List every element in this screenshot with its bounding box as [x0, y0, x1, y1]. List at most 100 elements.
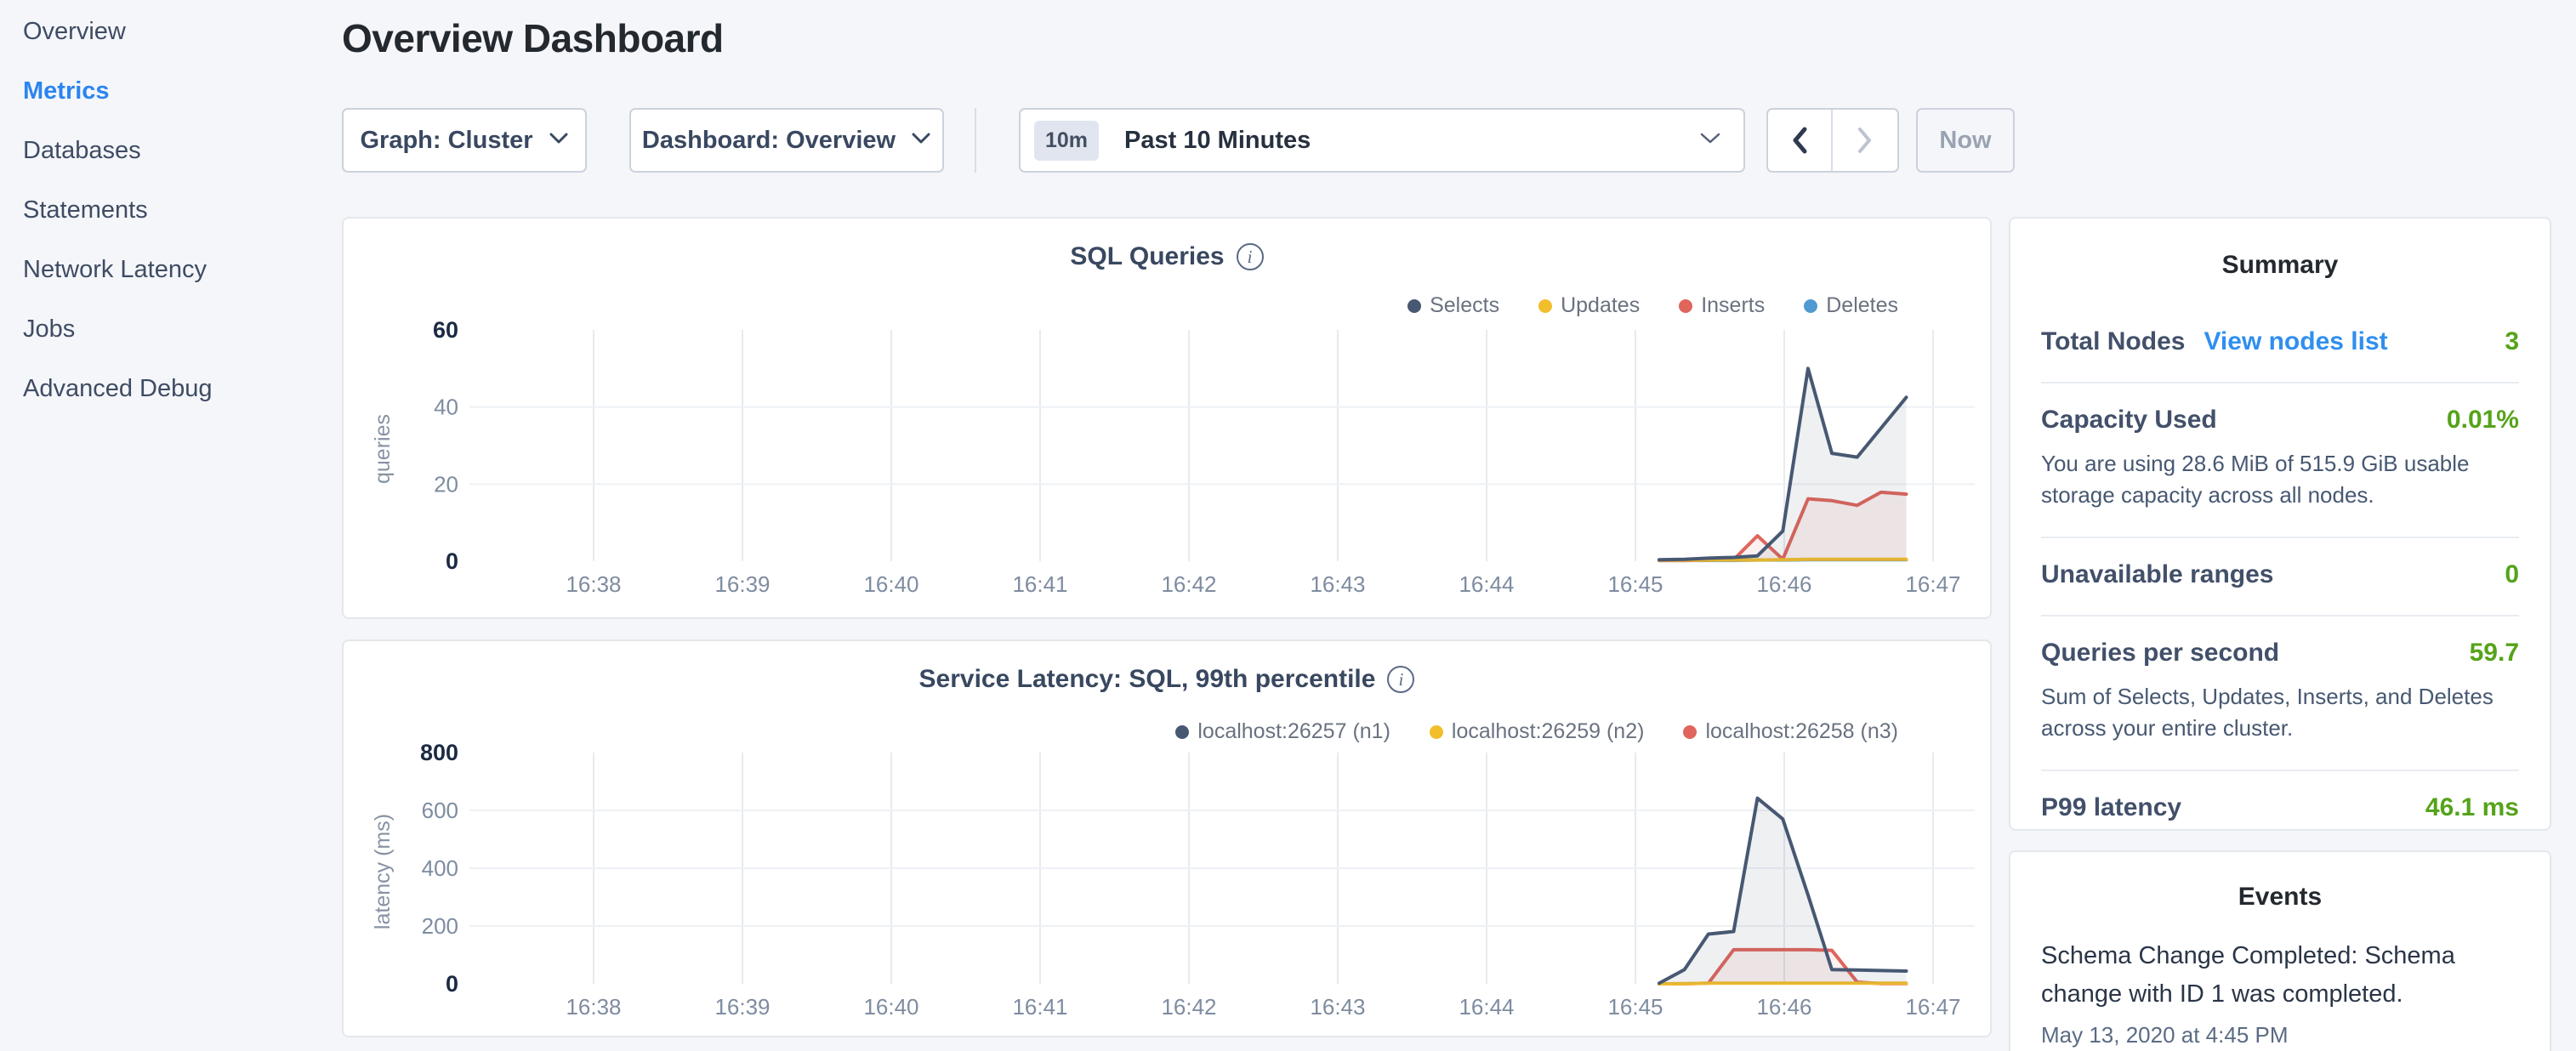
legend-label: Deletes [1826, 293, 1898, 318]
svg-text:20: 20 [434, 471, 458, 497]
time-range-label: Past 10 Minutes [1124, 127, 1699, 155]
svg-text:400: 400 [422, 855, 458, 881]
svg-text:16:44: 16:44 [1459, 571, 1514, 597]
legend-item: localhost:26258 (n3) [1683, 719, 1898, 744]
time-step-buttons [1766, 108, 1899, 173]
now-button[interactable]: Now [1916, 108, 2015, 173]
sidebar-item-databases[interactable]: Databases [23, 136, 340, 165]
time-range-dropdown[interactable]: 10m Past 10 Minutes [1019, 108, 1745, 173]
chart-legend: localhost:26257 (n1) localhost:26259 (n2… [1175, 719, 1898, 744]
legend-label: Selects [1430, 293, 1499, 318]
dashboard-dropdown-label: Dashboard: Overview [642, 127, 896, 155]
summary-row-p99-latency: P99 latency 46.1 ms [2041, 771, 2519, 848]
legend-label: localhost:26257 (n1) [1197, 719, 1390, 744]
svg-text:16:43: 16:43 [1310, 571, 1365, 597]
summary-row-total-nodes: Total Nodes View nodes list 3 [2041, 305, 2519, 383]
svg-text:16:46: 16:46 [1756, 571, 1811, 597]
summary-value: 59.7 [2470, 639, 2519, 668]
svg-text:16:38: 16:38 [566, 571, 621, 597]
svg-text:16:43: 16:43 [1310, 994, 1365, 1020]
time-range-badge: 10m [1034, 121, 1099, 161]
legend-item: localhost:26259 (n2) [1430, 719, 1645, 744]
chart-title: Service Latency: SQL, 99th percentile [919, 665, 1376, 694]
chart-title: SQL Queries [1070, 242, 1224, 271]
event-list-item[interactable]: Schema Change Completed: Schema change w… [2041, 937, 2519, 1048]
summary-value: 46.1 ms [2425, 793, 2519, 822]
svg-text:600: 600 [422, 798, 458, 823]
svg-text:16:41: 16:41 [1012, 571, 1067, 597]
summary-label: Queries per second [2041, 639, 2279, 668]
svg-text:16:40: 16:40 [863, 994, 918, 1020]
summary-panel: Summary Total Nodes View nodes list 3 Ca… [2009, 217, 2551, 831]
sidebar-item-network-latency[interactable]: Network Latency [23, 255, 340, 284]
next-time-button[interactable] [1833, 110, 1897, 171]
svg-text:60: 60 [433, 321, 458, 343]
svg-text:16:45: 16:45 [1607, 571, 1663, 597]
controls-divider [975, 108, 976, 173]
svg-text:16:42: 16:42 [1161, 571, 1216, 597]
summary-row-queries-per-second: Queries per second 59.7 Sum of Selects, … [2041, 616, 2519, 771]
event-text: Schema Change Completed: Schema change w… [2041, 937, 2519, 1014]
events-panel: Events Schema Change Completed: Schema c… [2009, 850, 2551, 1051]
info-icon[interactable]: i [1387, 666, 1414, 693]
svg-text:16:39: 16:39 [714, 994, 770, 1020]
service-latency-plot[interactable]: 16:3816:3916:4016:4116:4216:4316:4416:45… [359, 744, 1992, 1037]
svg-text:latency (ms): latency (ms) [371, 814, 395, 929]
svg-text:16:47: 16:47 [1905, 571, 1960, 597]
legend-dot [1175, 725, 1189, 739]
svg-text:16:40: 16:40 [863, 571, 918, 597]
sidebar-item-metrics[interactable]: Metrics [23, 77, 340, 105]
legend-dot [1683, 725, 1697, 739]
legend-item: Deletes [1804, 293, 1898, 318]
now-button-label: Now [1939, 127, 1991, 155]
svg-text:queries: queries [371, 414, 395, 484]
summary-row-capacity-used: Capacity Used 0.01% You are using 28.6 M… [2041, 383, 2519, 538]
sidebar-item-statements[interactable]: Statements [23, 196, 340, 224]
legend-dot [1804, 299, 1817, 313]
legend-label: localhost:26258 (n3) [1705, 719, 1898, 744]
legend-dot [1538, 299, 1552, 313]
svg-text:16:44: 16:44 [1459, 994, 1514, 1020]
sidebar-item-advanced-debug[interactable]: Advanced Debug [23, 374, 340, 403]
summary-row-unavailable-ranges: Unavailable ranges 0 [2041, 538, 2519, 616]
svg-text:800: 800 [420, 744, 458, 765]
svg-text:0: 0 [446, 971, 458, 997]
chart-legend: Selects Updates Inserts Deletes [1407, 293, 1898, 318]
svg-text:0: 0 [446, 548, 458, 574]
svg-text:16:46: 16:46 [1756, 994, 1811, 1020]
dashboard-dropdown[interactable]: Dashboard: Overview [629, 108, 944, 173]
graph-dropdown[interactable]: Graph: Cluster [342, 108, 587, 173]
chevron-down-icon [911, 132, 931, 150]
legend-label: Inserts [1701, 293, 1765, 318]
event-timestamp: May 13, 2020 at 4:45 PM [2041, 1022, 2519, 1048]
sidebar: Overview Metrics Databases Statements Ne… [0, 0, 340, 1051]
graph-dropdown-label: Graph: Cluster [360, 127, 532, 155]
previous-time-button[interactable] [1768, 110, 1833, 171]
summary-title: Summary [2010, 251, 2550, 280]
svg-text:40: 40 [434, 395, 458, 420]
summary-description: Sum of Selects, Updates, Inserts, and De… [2041, 681, 2519, 744]
svg-text:200: 200 [422, 913, 458, 939]
legend-item: Inserts [1679, 293, 1765, 318]
legend-dot [1679, 299, 1692, 313]
sidebar-item-jobs[interactable]: Jobs [23, 315, 340, 344]
legend-dot [1430, 725, 1443, 739]
view-nodes-list-link[interactable]: View nodes list [2204, 327, 2387, 356]
legend-item: Updates [1538, 293, 1640, 318]
svg-text:16:42: 16:42 [1161, 994, 1216, 1020]
sidebar-item-overview[interactable]: Overview [23, 17, 340, 46]
summary-value: 0 [2505, 560, 2519, 589]
summary-label: Capacity Used [2041, 406, 2217, 435]
events-title: Events [2010, 883, 2550, 912]
info-icon[interactable]: i [1237, 243, 1264, 270]
summary-value: 3 [2505, 327, 2519, 356]
summary-description: You are using 28.6 MiB of 515.9 GiB usab… [2041, 448, 2519, 511]
page-title: Overview Dashboard [342, 15, 724, 61]
chevron-down-icon [1699, 132, 1721, 150]
svg-text:16:45: 16:45 [1607, 994, 1663, 1020]
svg-text:16:39: 16:39 [714, 571, 770, 597]
svg-text:16:38: 16:38 [566, 994, 621, 1020]
legend-item: localhost:26257 (n1) [1175, 719, 1390, 744]
sql-queries-plot[interactable]: 16:38 16:39 16:40 16:41 16:42 16:43 16:44 16:45… [359, 321, 1992, 615]
summary-label: Total Nodes [2041, 327, 2185, 356]
